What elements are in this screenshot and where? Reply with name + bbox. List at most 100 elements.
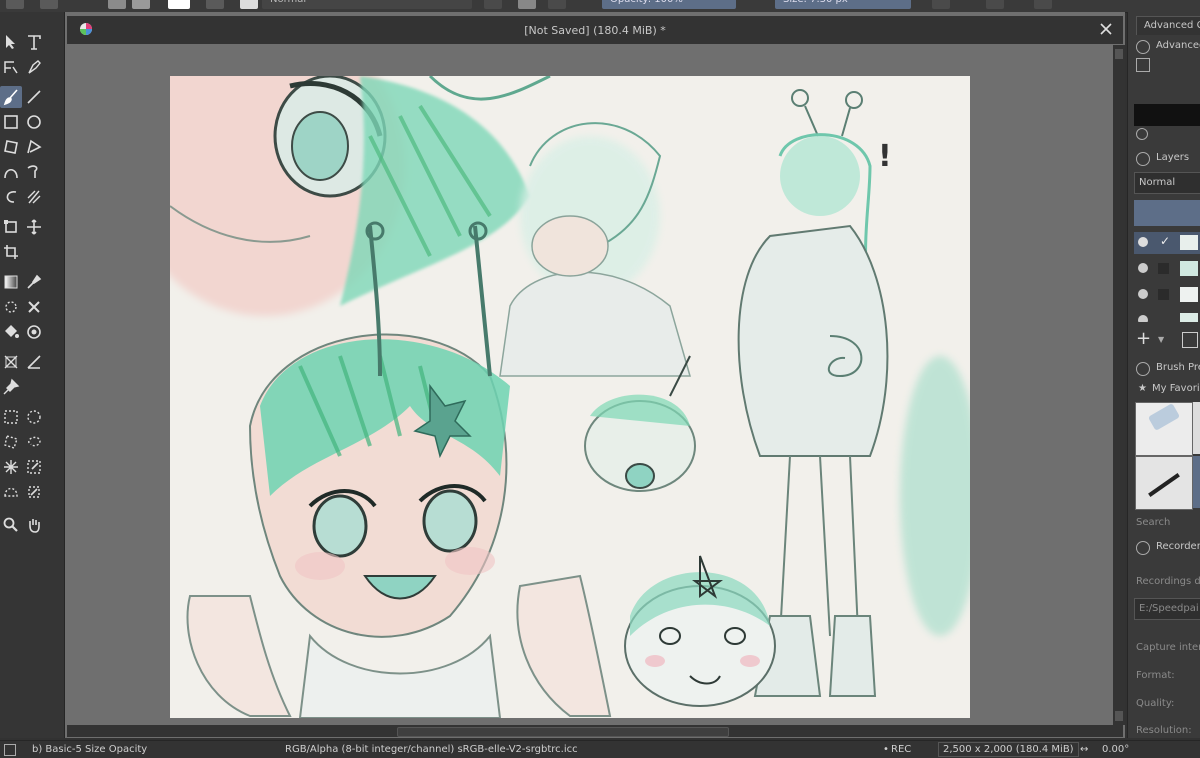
multibrush-tool[interactable] xyxy=(23,186,45,208)
rect-select-icon xyxy=(4,410,18,424)
crop-transform-tool[interactable] xyxy=(0,216,22,238)
ellipse-tool[interactable] xyxy=(23,111,45,133)
measure-tool[interactable] xyxy=(23,351,45,373)
reload-preset-button[interactable] xyxy=(548,0,566,9)
rectangle-tool[interactable] xyxy=(0,111,22,133)
contiguous-selection-tool[interactable] xyxy=(0,456,22,478)
eye-icon[interactable] xyxy=(1138,263,1148,273)
text-tool[interactable] xyxy=(23,31,45,53)
move-tool[interactable] xyxy=(23,216,45,238)
layer-row[interactable] xyxy=(1134,284,1200,306)
select-shapes-tool[interactable] xyxy=(0,31,22,53)
chevron-down-icon[interactable]: ▼ xyxy=(1158,335,1164,344)
layer-opacity-slider[interactable] xyxy=(1134,200,1200,226)
preserve-alpha-button[interactable] xyxy=(518,0,536,9)
open-document-button[interactable] xyxy=(40,0,58,9)
pattern-swatch-button[interactable] xyxy=(132,0,150,9)
polygonal-selection-tool[interactable] xyxy=(0,431,22,453)
zoom-tool[interactable] xyxy=(0,514,22,536)
new-document-button[interactable] xyxy=(6,0,24,9)
color-selector-bar[interactable] xyxy=(1134,104,1200,126)
eye-icon[interactable] xyxy=(1138,289,1148,299)
pan-tool[interactable] xyxy=(23,514,45,536)
gradient-swatch-button[interactable] xyxy=(108,0,126,9)
polygon-tool[interactable] xyxy=(0,136,22,158)
record-dot-icon: • xyxy=(883,744,889,755)
brush-presets-float-icon[interactable] xyxy=(1136,362,1150,376)
size-slider[interactable]: Size: 7.30 px xyxy=(775,0,911,9)
fill-tool[interactable] xyxy=(0,321,22,343)
bezier-curve-tool[interactable] xyxy=(0,161,22,183)
magnetic-selection-tool[interactable] xyxy=(23,481,45,503)
brush-preset-button[interactable] xyxy=(240,0,258,9)
float-docker-icon[interactable] xyxy=(1136,40,1150,54)
status-color-space[interactable]: RGB/Alpha (8-bit integer/channel) sRGB-e… xyxy=(285,744,578,755)
layer-row[interactable] xyxy=(1134,310,1200,322)
brush-preset-selected-partial[interactable] xyxy=(1193,456,1200,508)
brush-preset-ink[interactable] xyxy=(1135,456,1193,510)
eye-icon[interactable] xyxy=(1138,315,1148,322)
refresh-icon[interactable] xyxy=(1136,128,1148,140)
favorites-tag-select[interactable]: My Favori xyxy=(1152,383,1200,394)
rectangular-selection-tool[interactable] xyxy=(0,406,22,428)
edit-brush-settings-button[interactable] xyxy=(206,0,224,9)
add-layer-icon[interactable]: + xyxy=(1136,330,1151,348)
crop-tool[interactable] xyxy=(0,241,22,263)
assistant-tool[interactable] xyxy=(0,351,22,373)
recorder-float-icon[interactable] xyxy=(1136,541,1150,555)
opacity-slider[interactable]: Opacity: 100% xyxy=(602,0,736,9)
brush-search-input[interactable]: Search xyxy=(1136,517,1170,528)
checkbox-icon[interactable] xyxy=(1158,289,1169,300)
drawing-canvas[interactable]: ! xyxy=(170,76,970,718)
color-swatch-button[interactable] xyxy=(168,0,190,9)
duplicate-layer-icon[interactable] xyxy=(1182,332,1198,348)
bezier-selection-tool[interactable] xyxy=(0,481,22,503)
similar-selection-tool[interactable] xyxy=(23,456,45,478)
freehand-brush-tool[interactable] xyxy=(0,86,22,108)
edit-shapes-tool[interactable] xyxy=(0,56,22,78)
brush-preset-eraser[interactable] xyxy=(1135,402,1193,456)
line-tool[interactable] xyxy=(23,86,45,108)
checkbox-icon[interactable] xyxy=(1158,263,1169,274)
colorize-mask-tool[interactable] xyxy=(0,296,22,318)
close-icon[interactable] xyxy=(1099,22,1113,36)
gradient-tool[interactable] xyxy=(0,271,22,293)
wrap-around-button[interactable] xyxy=(1034,0,1052,9)
brush-icon xyxy=(3,89,18,106)
color-settings-icon[interactable] xyxy=(1136,58,1150,72)
polyline-tool[interactable] xyxy=(23,136,45,158)
edit-shapes-icon xyxy=(4,61,18,74)
enclose-fill-tool[interactable] xyxy=(23,321,45,343)
brush-preset-partial[interactable] xyxy=(1193,402,1200,454)
elliptical-selection-tool[interactable] xyxy=(23,406,45,428)
mirror-horizontal-button[interactable] xyxy=(932,0,950,9)
color-picker-tool[interactable] xyxy=(23,271,45,293)
smart-patch-tool[interactable] xyxy=(23,296,45,318)
status-rotation-value[interactable]: 0.00° xyxy=(1102,744,1129,755)
horizontal-scrollbar[interactable] xyxy=(67,725,1123,737)
freehand-selection-tool[interactable] xyxy=(23,431,45,453)
layer-blend-mode-select[interactable]: Normal xyxy=(1134,172,1200,194)
hand-icon xyxy=(29,519,40,533)
tab-advanced-color[interactable]: Advanced C xyxy=(1136,16,1200,35)
recordings-dir-input[interactable]: E:/Speedpai xyxy=(1134,598,1200,620)
status-image-size[interactable]: 2,500 x 2,000 (180.4 MiB) xyxy=(938,742,1079,757)
layer-row-active[interactable]: ✓ xyxy=(1134,232,1200,254)
eye-icon[interactable] xyxy=(1138,237,1148,247)
layers-float-icon[interactable] xyxy=(1136,152,1150,166)
freehand-path-tool[interactable] xyxy=(23,161,45,183)
horizontal-scroll-thumb[interactable] xyxy=(397,727,729,737)
calligraphy-tool[interactable] xyxy=(23,56,45,78)
layer-row[interactable] xyxy=(1134,258,1200,280)
reference-images-tool[interactable] xyxy=(0,376,22,398)
lasso-icon xyxy=(28,436,41,447)
blend-mode-select[interactable]: Normal xyxy=(262,0,472,9)
vertical-scrollbar[interactable] xyxy=(1113,45,1125,725)
scroll-down-arrow-icon[interactable] xyxy=(1115,711,1123,721)
dynamic-brush-tool[interactable] xyxy=(0,186,22,208)
eraser-mode-button[interactable] xyxy=(484,0,502,9)
checkmark-icon[interactable]: ✓ xyxy=(1160,234,1170,248)
paint-bucket-icon xyxy=(5,325,19,338)
scroll-up-arrow-icon[interactable] xyxy=(1115,49,1123,59)
mirror-vertical-button[interactable] xyxy=(986,0,1004,9)
